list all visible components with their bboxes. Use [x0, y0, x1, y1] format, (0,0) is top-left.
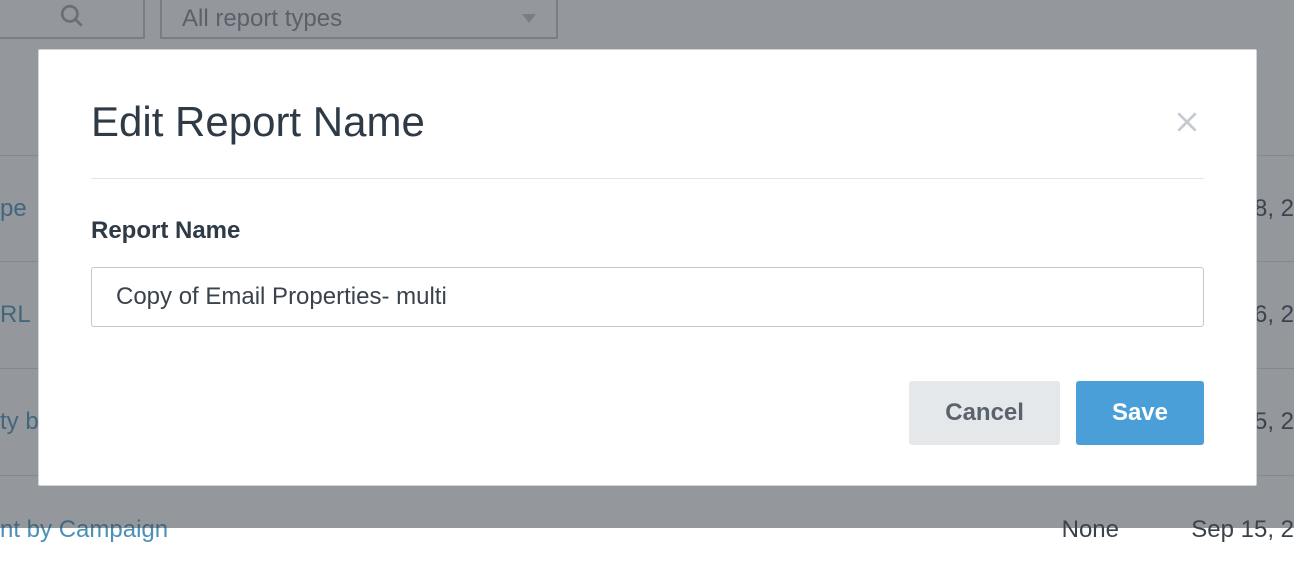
report-name-input[interactable] — [91, 267, 1204, 327]
close-icon[interactable] — [1170, 104, 1204, 144]
modal-footer: Cancel Save — [91, 381, 1204, 445]
modal-body: Report Name — [91, 179, 1204, 381]
save-button[interactable]: Save — [1076, 381, 1204, 445]
report-name-label: Report Name — [91, 217, 1204, 245]
edit-report-name-modal: Edit Report Name Report Name Cancel Save — [38, 49, 1257, 486]
cancel-button[interactable]: Cancel — [909, 381, 1060, 445]
modal-title: Edit Report Name — [91, 98, 425, 146]
modal-header: Edit Report Name — [91, 98, 1204, 179]
